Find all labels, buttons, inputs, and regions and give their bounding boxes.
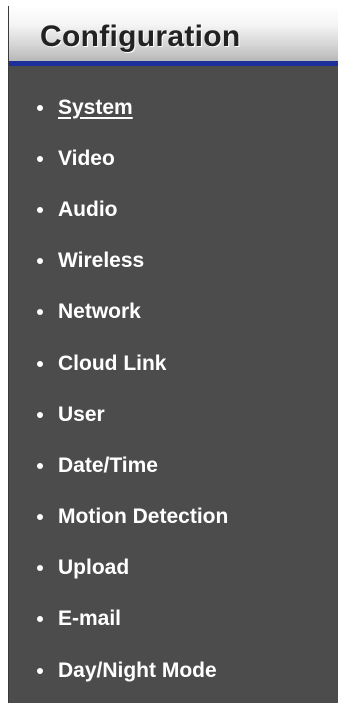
menu-item-upload[interactable]: Upload [9, 543, 338, 594]
bullet-icon [37, 616, 43, 623]
menu-item-email[interactable]: E-mail [9, 594, 338, 645]
bullet-icon [37, 514, 43, 521]
bullet-icon [37, 667, 43, 674]
menu-item-audio[interactable]: Audio [9, 184, 338, 235]
menu-item-label[interactable]: Date/Time [58, 454, 158, 478]
bullet-icon [37, 360, 43, 367]
menu-item-motion-detection[interactable]: Motion Detection [9, 492, 338, 543]
page-title: Configuration [40, 20, 241, 53]
bullet-icon [37, 155, 43, 162]
bullet-icon [37, 462, 43, 469]
menu-item-label[interactable]: Motion Detection [58, 505, 228, 529]
menu-item-system[interactable]: System [9, 82, 338, 133]
bullet-icon [37, 206, 43, 213]
menu-item-label[interactable]: Upload [58, 556, 129, 580]
menu-item-wireless[interactable]: Wireless [9, 236, 338, 287]
menu-item-day-night-mode[interactable]: Day/Night Mode [9, 645, 338, 696]
bullet-icon [37, 309, 43, 316]
menu-item-user[interactable]: User [9, 389, 338, 440]
config-menu: System Video Audio Wireless Network Clou… [9, 82, 338, 696]
menu-item-date-time[interactable]: Date/Time [9, 440, 338, 491]
bullet-icon [37, 258, 43, 265]
menu-item-label[interactable]: System [58, 96, 133, 120]
menu-item-label[interactable]: User [58, 403, 105, 427]
menu-item-label[interactable]: Wireless [58, 249, 144, 273]
menu-item-label[interactable]: Video [58, 147, 115, 171]
menu-item-label[interactable]: E-mail [58, 607, 121, 631]
menu-item-cloud-link[interactable]: Cloud Link [9, 338, 338, 389]
menu-item-label[interactable]: Network [58, 300, 141, 324]
menu-item-network[interactable]: Network [9, 287, 338, 338]
menu-item-video[interactable]: Video [9, 133, 338, 184]
menu-item-label[interactable]: Audio [58, 198, 117, 222]
bullet-icon [37, 565, 43, 572]
configuration-panel: Configuration System Video Audio Wireles… [8, 6, 338, 703]
menu-item-label[interactable]: Day/Night Mode [58, 659, 217, 683]
bullet-icon [37, 104, 43, 111]
panel-header: Configuration [9, 6, 338, 66]
bullet-icon [37, 411, 43, 418]
menu-item-label[interactable]: Cloud Link [58, 352, 167, 376]
